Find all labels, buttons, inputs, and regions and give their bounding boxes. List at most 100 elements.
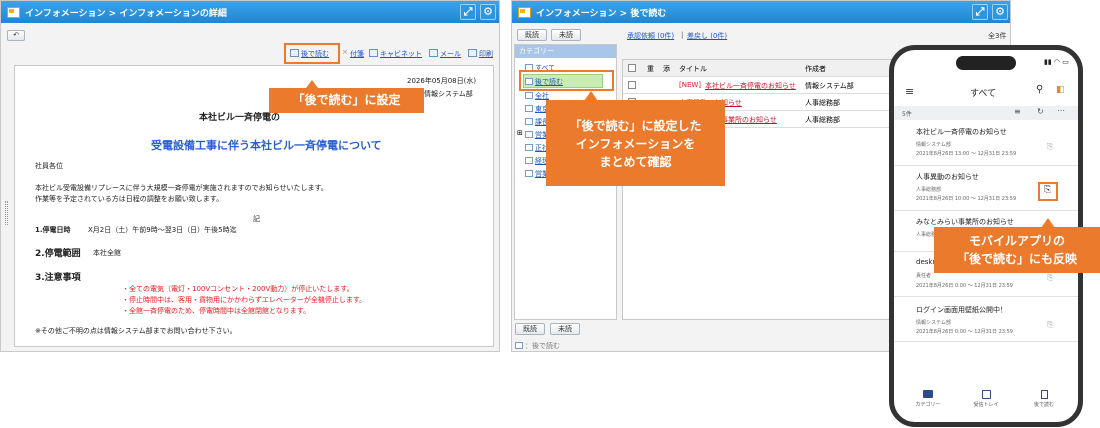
item-date: 2021年8月26日 0:00 ～ 12月31日 23:59 [916, 283, 1013, 289]
phone-title: すべて [970, 89, 997, 99]
folder-tab-icon [923, 390, 933, 398]
col-attach[interactable]: 添 [663, 64, 670, 74]
compose-icon[interactable]: ◧ [1056, 85, 1065, 95]
cabinet-link[interactable]: キャビネット [369, 49, 422, 59]
row-author: 人事総務部 [805, 99, 840, 107]
folder-icon [525, 131, 533, 138]
tab-category[interactable]: カテゴリー [908, 390, 948, 408]
left-titlebar: インフォメーション > インフォメーションの詳細 ⤢ ⚙ [1, 1, 499, 23]
left-resize-handle[interactable] [5, 201, 8, 225]
mail-icon [429, 49, 438, 57]
row-checkbox[interactable] [628, 81, 636, 89]
doc-body-1: 本社ビル受電設備リプレースに伴う大規模一斉停電が実施されますのでお知らせいたしま… [35, 184, 328, 192]
bookmark-icon[interactable]: ⎘ [1047, 142, 1053, 152]
item-dept: 責任者 [916, 273, 932, 279]
gear-icon[interactable]: ⚙ [480, 4, 496, 20]
tab-inbox[interactable]: 受信トレイ [966, 390, 1006, 408]
print-link[interactable]: 印刷 [468, 49, 493, 59]
new-badge: [NEW] [679, 81, 702, 89]
doc-department: 情報システム部 [424, 90, 473, 98]
mid-app-icon [518, 6, 531, 18]
close-icon[interactable]: × [342, 48, 348, 56]
bookmark-active-icon[interactable]: ⎘ [1044, 185, 1051, 195]
row-author: 人事総務部 [805, 116, 840, 124]
total-count: 全3件 [988, 32, 1007, 40]
phone-notch [956, 56, 1016, 70]
tab-read-later[interactable]: 後で読む [1024, 390, 1064, 408]
menu-icon[interactable]: ≡ [905, 85, 914, 98]
row-title-link[interactable]: 本社ビル一斉停電のお知らせ [705, 81, 796, 91]
mail-label: メール [440, 50, 461, 58]
tab-inbox-label: 受信トレイ [973, 402, 999, 408]
back-button[interactable]: ↶ [7, 30, 25, 41]
category-company-label: 全社 [535, 92, 549, 100]
expand-toggle[interactable]: ⊞ [517, 129, 523, 137]
count-bar: 5件 ≡ ↻ ⋯ [894, 106, 1078, 120]
doc-title: 本社ビル一斉停電の [199, 113, 281, 123]
doc-ki: 記 [253, 215, 260, 223]
folder-icon [525, 92, 533, 99]
unread-button[interactable]: 未読 [551, 29, 581, 41]
callout-3-line-1: モバイルアプリの [968, 234, 1065, 248]
folder-icon [525, 105, 533, 112]
status-icons: ▮▮ ◠ ▭ [1044, 58, 1069, 66]
read-later-legend-icon [515, 342, 523, 349]
callout-mobile: モバイルアプリの 「後で読む」にも反映 [934, 227, 1100, 273]
doc-heading: 受電設備工事に伴う本社ビル一斉停電について [151, 139, 382, 152]
tag-link[interactable]: 付箋 [350, 49, 364, 59]
breadcrumb: インフォメーション > インフォメーションの詳細 [25, 8, 227, 19]
item-dept: 情報システム部 [916, 320, 951, 326]
app-icon [7, 6, 20, 18]
folder-icon [525, 118, 533, 125]
note-2: ・停止時間中は、客用・貨物用にかかわらずエレベーターが全機停止します。 [122, 296, 367, 304]
callout-1-pointer [306, 80, 318, 88]
item-count: 5件 [902, 111, 912, 118]
item-dept: 情報システム部 [916, 142, 951, 148]
cabinet-label: キャビネット [380, 50, 422, 58]
folder-icon [525, 144, 533, 151]
item-dept: 人事総務部 [916, 187, 942, 193]
item-title: ログイン画面用壁紙公開中！ [916, 306, 1007, 314]
more-icon[interactable]: ⋯ [1057, 106, 1065, 115]
category-header: カテゴリー [515, 45, 616, 58]
mid-gear-icon[interactable]: ⚙ [992, 4, 1008, 20]
callout-3-line-2: 「後で読む」にも反映 [956, 252, 1077, 266]
inbox-icon [981, 390, 991, 399]
bottom-unread-button[interactable]: 未読 [550, 323, 580, 335]
list-item[interactable]: 人事異動のお知らせ 人事総務部 2021年8月26日 10:00 ～ 12月31… [894, 167, 1078, 211]
tab-read-later-label: 後で読む [1033, 402, 1054, 408]
returned-link[interactable]: 差戻し (0件) [687, 31, 727, 41]
note-3: ・全館一斉停電のため、停電時間中は全館閉館となります。 [122, 307, 311, 315]
item-title: 人事異動のお知らせ [916, 173, 979, 181]
item-date: 2021年8月26日 0:00 ～ 12月31日 23:59 [916, 329, 1013, 335]
expand-icon[interactable]: ⤢ [460, 4, 476, 20]
item-date: 2021年8月26日 13:00 ～ 12月31日 23:59 [916, 151, 1017, 157]
bookmark-icon[interactable]: ⎘ [1047, 273, 1053, 283]
item-title: 本社ビル一斉停電のお知らせ [916, 128, 1007, 136]
item-title: みなとみらい事業所のお知らせ [916, 218, 1014, 226]
s2-label: 2.停電範囲 [35, 249, 81, 259]
approval-link[interactable]: 承認依頼 (0件) [627, 31, 674, 41]
read-later-link[interactable]: 後で読む [290, 49, 329, 59]
list-item[interactable]: ログイン画面用壁紙公開中！ 情報システム部 2021年8月26日 0:00 ～ … [894, 298, 1078, 342]
doc-footer: ※その他ご不明の点は情報システム部までお問い合わせ下さい。 [35, 327, 237, 335]
print-icon [468, 49, 477, 57]
col-title[interactable]: タイトル [679, 64, 707, 74]
s3-label: 3.注意事項 [35, 273, 81, 283]
callout-set-read-later: 「後で読む」に設定 [269, 88, 424, 113]
mail-link[interactable]: メール [429, 49, 461, 59]
refresh-icon[interactable]: ↻ [1037, 107, 1044, 116]
select-all-checkbox[interactable] [628, 64, 636, 72]
search-icon[interactable]: ⚲ [1036, 84, 1043, 95]
read-button[interactable]: 既読 [517, 29, 547, 41]
bookmark-icon[interactable]: ⎘ [1047, 320, 1053, 330]
sort-icon[interactable]: ≡ [1014, 107, 1021, 116]
col-priority[interactable]: 重 [647, 64, 654, 74]
list-item[interactable]: 本社ビル一斉停電のお知らせ 情報システム部 2021年8月26日 13:00 ～… [894, 122, 1078, 166]
doc-body-2: 作業等を予定されている方は日程の調整をお願い致します。 [35, 195, 224, 203]
mid-expand-icon[interactable]: ⤢ [972, 4, 988, 20]
bottom-read-button[interactable]: 既読 [515, 323, 545, 335]
left-window: インフォメーション > インフォメーションの詳細 ⤢ ⚙ ↶ 後で読む × 付箋… [0, 0, 500, 352]
col-author[interactable]: 作成者 [805, 64, 826, 74]
folder-icon [525, 170, 533, 177]
